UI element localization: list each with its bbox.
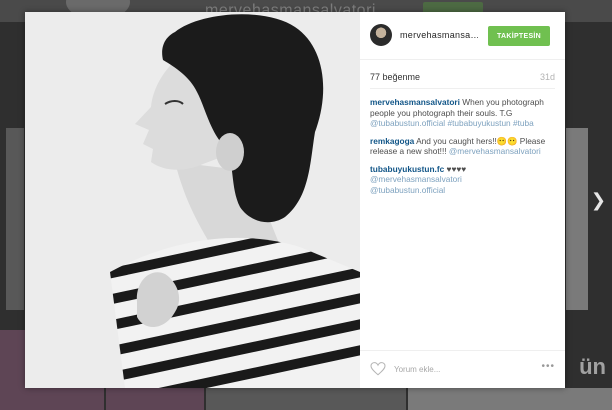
background-tile [6, 128, 24, 310]
comment-item: mervehasmansalvatori When you photograph… [370, 97, 556, 129]
mention-link[interactable]: @tubabustun.official [370, 118, 445, 128]
post-header: mervehasmansa… TAKİPTESİN [360, 12, 565, 60]
comment-text: ♥♥♥♥ [444, 163, 467, 174]
comment-item: tubabuyukustun.fc ♥♥♥♥ @mervehasmansalva… [370, 164, 556, 196]
comment-bar: ••• [360, 350, 565, 388]
mention-link[interactable]: @mervehasmansalvatori [449, 146, 541, 156]
comment-username[interactable]: tubabuyukustun.fc [370, 164, 444, 174]
comment-username[interactable]: mervehasmansalvatori [370, 97, 460, 107]
hashtag-link[interactable]: #tubabuyukustun [447, 118, 510, 128]
comment-input[interactable] [394, 362, 524, 376]
next-post-arrow-icon[interactable]: ❯ [591, 190, 606, 211]
more-options-icon[interactable]: ••• [541, 361, 555, 372]
post-author-username[interactable]: mervehasmansa… [400, 30, 478, 40]
likes-count[interactable]: 77 beğenme [370, 72, 420, 82]
portrait-image [25, 12, 360, 388]
mention-link[interactable]: @mervehasmansalvatori [370, 174, 462, 184]
comment-username[interactable]: remkagoga [370, 136, 414, 146]
comment-item: remkagoga And you caught hers!!😶😶 Please… [370, 136, 556, 157]
comments-list: mervehasmansalvatori When you photograph… [370, 97, 556, 202]
divider [370, 88, 555, 89]
hashtag-link[interactable]: #tuba [513, 118, 534, 128]
heart-icon[interactable] [370, 362, 386, 376]
following-button[interactable]: TAKİPTESİN [488, 26, 550, 46]
post-timestamp: 31d [539, 72, 555, 82]
post-photo [25, 12, 360, 388]
background-tile [566, 128, 588, 310]
user-avatar[interactable] [370, 24, 392, 46]
mention-link[interactable]: @tubabustun.official [370, 185, 445, 195]
post-modal: mervehasmansa… TAKİPTESİN 77 beğenme 31d… [25, 12, 565, 388]
post-details-panel: mervehasmansa… TAKİPTESİN 77 beğenme 31d… [360, 12, 565, 388]
